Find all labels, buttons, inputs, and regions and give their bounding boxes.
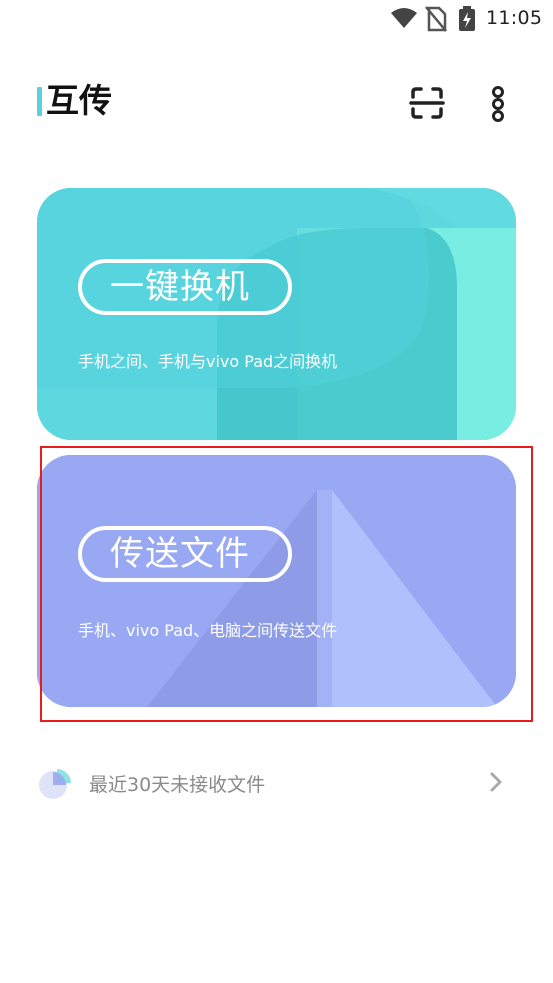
recent-files-label: 最近30天未接收文件 bbox=[89, 774, 266, 796]
battery-charging-icon bbox=[459, 6, 475, 31]
chevron-right-icon bbox=[490, 772, 502, 792]
status-time: 11:05 bbox=[486, 7, 543, 29]
status-bar: 11:05 bbox=[0, 0, 553, 38]
one-key-switch-card[interactable]: 一键换机 手机之间、手机与vivo Pad之间换机 bbox=[37, 188, 516, 440]
no-sim-icon bbox=[425, 6, 447, 32]
transfer-files-label: 传送文件 bbox=[78, 526, 292, 582]
pie-icon bbox=[39, 769, 71, 799]
title-accent-bar bbox=[37, 87, 42, 116]
recent-files-row[interactable]: 最近30天未接收文件 bbox=[37, 757, 516, 809]
one-key-switch-subtitle: 手机之间、手机与vivo Pad之间换机 bbox=[78, 352, 338, 371]
more-vertical-icon[interactable] bbox=[486, 84, 510, 122]
one-key-switch-label: 一键换机 bbox=[78, 259, 292, 315]
wifi-icon bbox=[391, 8, 417, 28]
scan-icon[interactable] bbox=[408, 84, 446, 122]
transfer-files-subtitle: 手机、vivo Pad、电脑之间传送文件 bbox=[78, 621, 338, 640]
transfer-files-card[interactable]: 传送文件 手机、vivo Pad、电脑之间传送文件 bbox=[37, 455, 516, 707]
app-header: 互传 bbox=[0, 80, 553, 124]
page-title: 互传 bbox=[46, 81, 112, 120]
